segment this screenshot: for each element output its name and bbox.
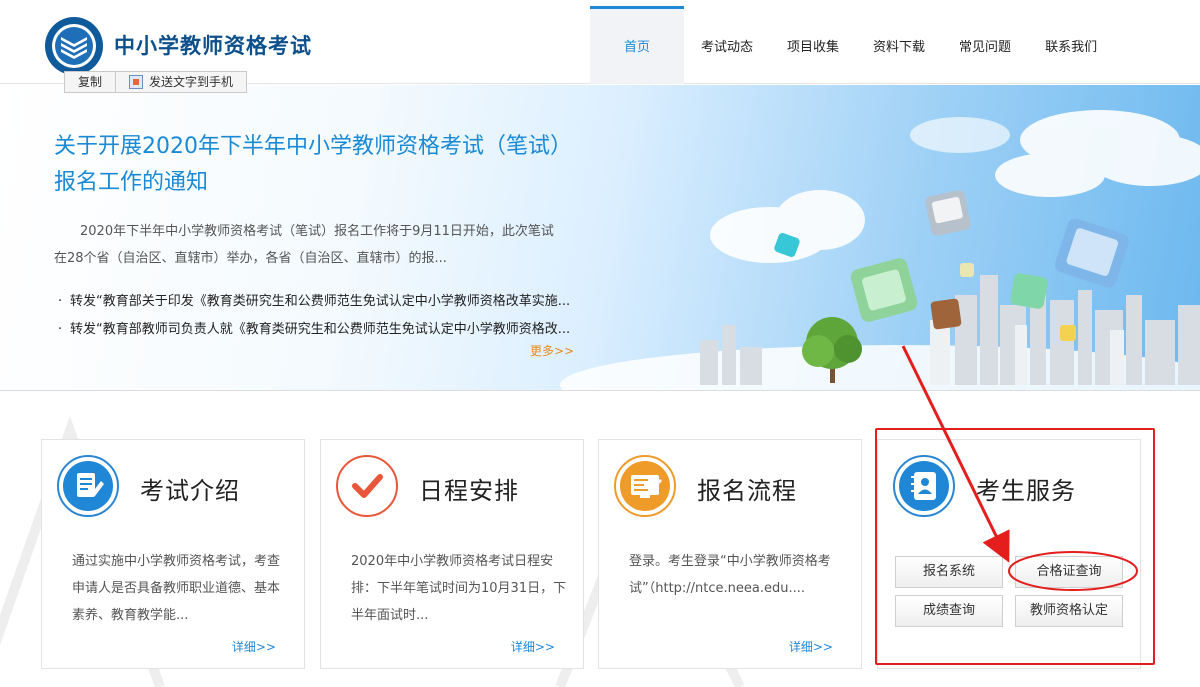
checkmark-icon [336,455,398,517]
banner-news-list: 转发“教育部关于印发《教育类研究生和公费师范生免试认定中小学教师资格改革实施..… [58,288,598,344]
contact-book-icon [893,455,955,517]
copy-button[interactable]: 复制 [65,72,117,92]
site-title[interactable]: 中小学教师资格考试 [114,30,312,60]
card-schedule: 日程安排 2020年中小学教师资格考试日程安排：下半年笔试时间为10月31日，下… [320,439,584,669]
copy-label: 复制 [78,75,103,89]
banner-news-link[interactable]: 转发“教育部教师司负责人就《教育类研究生和公费师范生免试认定中小学教师资格改..… [58,316,598,344]
nav-home[interactable]: 首页 [590,6,684,84]
nav-faq[interactable]: 常见问题 [942,6,1028,84]
teacher-qualification-button[interactable]: 教师资格认定 [1015,595,1123,627]
send-to-phone-label: 发送文字到手机 [149,75,234,89]
phone-send-icon [129,75,144,89]
certificate-query-button[interactable]: 合格证查询 [1015,556,1123,588]
banner-more-link[interactable]: 更多>> [530,342,574,359]
card-summary: 通过实施中小学教师资格考试，考查申请人是否具备教师职业道德、基本素养、教育教学能… [72,554,281,623]
nav-exam-news[interactable]: 考试动态 [684,6,770,84]
card-candidate-services: 考生服务 [877,439,1141,669]
banner-news-link[interactable]: 转发“教育部关于印发《教育类研究生和公费师范生免试认定中小学教师资格改革实施..… [58,288,598,316]
nav-collection[interactable]: 项目收集 [770,6,856,84]
card-title[interactable]: 报名流程 [697,471,797,506]
banner-headline[interactable]: 关于开展2020年下半年中小学教师资格考试（笔试）报名工作的通知 [54,129,564,201]
card-registration-process: 报名流程 登录。考生登录“中小学教师资格考试”（http://ntce.neea… [598,439,862,669]
exam-logo-icon[interactable] [44,16,104,76]
nav-downloads[interactable]: 资料下载 [856,6,942,84]
nav-contact[interactable]: 联系我们 [1028,6,1114,84]
form-screen-icon [614,455,676,517]
main-nav: 首页 考试动态 项目收集 资料下载 常见问题 联系我们 [590,6,1114,84]
card-title[interactable]: 日程安排 [419,471,519,506]
text-selection-toolbar: 复制 发送文字到手机 [64,71,248,93]
card-summary: 2020年中小学教师资格考试日程安排：下半年笔试时间为10月31日，下半年面试时… [351,554,567,623]
score-query-button[interactable]: 成绩查询 [895,595,1003,627]
card-exam-intro: 考试介绍 通过实施中小学教师资格考试，考查申请人是否具备教师职业道德、基本素养、… [41,439,305,669]
card-summary: 登录。考生登录“中小学教师资格考试”（http://ntce.neea.edu.… [629,554,831,596]
banner-summary: 2020年下半年中小学教师资格考试（笔试）报名工作将于9月11日开始，此次笔试在… [54,224,554,266]
send-to-phone-button[interactable]: 发送文字到手机 [116,72,246,92]
card-title[interactable]: 考试介绍 [140,471,240,506]
registration-system-button[interactable]: 报名系统 [895,556,1003,588]
document-edit-icon [57,455,119,517]
card-detail-link[interactable]: 详细>> [511,638,555,655]
card-detail-link[interactable]: 详细>> [789,638,833,655]
card-title[interactable]: 考生服务 [976,471,1076,506]
card-detail-link[interactable]: 详细>> [232,638,276,655]
hero-banner: 关于开展2020年下半年中小学教师资格考试（笔试）报名工作的通知 2020年下半… [0,85,1200,391]
